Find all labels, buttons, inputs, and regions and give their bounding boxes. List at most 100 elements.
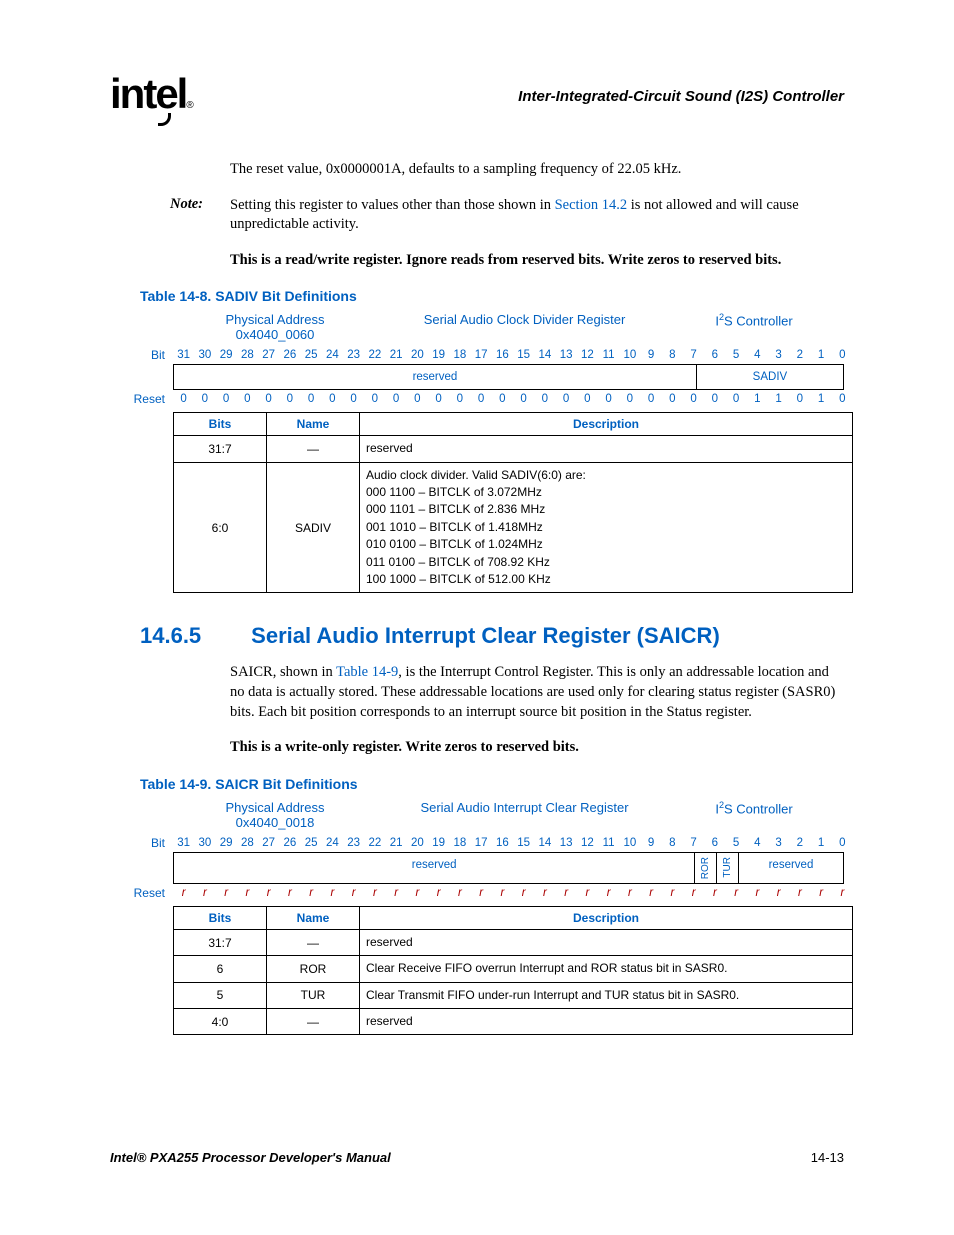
- physical-address: Physical Address0x4040_0060: [185, 312, 365, 342]
- bit-cell: r: [683, 887, 704, 899]
- bit-cell: 0: [704, 393, 725, 405]
- bit-cell: 0: [726, 393, 747, 405]
- cell-desc: Clear Transmit FIFO under-run Interrupt …: [360, 982, 853, 1008]
- bit-cell: 0: [364, 393, 385, 405]
- bit-cell: 4: [747, 837, 768, 849]
- bit-cell: 23: [343, 837, 364, 849]
- bit-cell: 22: [364, 349, 385, 361]
- bit-cell: 27: [258, 349, 279, 361]
- bit-cell: 4: [747, 349, 768, 361]
- bit-cell: 0: [789, 393, 810, 405]
- bit-label: Bit: [125, 348, 173, 362]
- bit-cell: 18: [449, 837, 470, 849]
- reset-label: Reset: [125, 392, 173, 406]
- bit-cell: 0: [683, 393, 704, 405]
- bit-cell: 9: [641, 349, 662, 361]
- bit-cell: 5: [726, 349, 747, 361]
- bit-cell: 7: [683, 837, 704, 849]
- bit-cell: 18: [449, 349, 470, 361]
- bit-cell: r: [216, 887, 237, 899]
- bit-cell: r: [301, 887, 322, 899]
- table-row: 31:7—reserved: [174, 929, 853, 955]
- bit-cell: 19: [428, 349, 449, 361]
- bit-cell: 0: [194, 393, 215, 405]
- footer-title: Intel® PXA255 Processor Developer's Manu…: [110, 1150, 391, 1165]
- bit-cell: r: [364, 887, 385, 899]
- bit-cell: 0: [641, 393, 662, 405]
- th-bits: Bits: [174, 906, 267, 929]
- table-row: 6RORClear Receive FIFO overrun Interrupt…: [174, 956, 853, 982]
- bit-cell: r: [322, 887, 343, 899]
- bit-cell: 12: [577, 837, 598, 849]
- th-desc: Description: [360, 413, 853, 436]
- bit-cell: 0: [556, 393, 577, 405]
- bit-cell: 0: [619, 393, 640, 405]
- bit-cell: 0: [386, 393, 407, 405]
- cell-name: —: [267, 1009, 360, 1035]
- bit-cell: r: [449, 887, 470, 899]
- table-row: 5TURClear Transmit FIFO under-run Interr…: [174, 982, 853, 1008]
- bit-cell: 2: [789, 837, 810, 849]
- bit-cell: 0: [832, 349, 853, 361]
- bit-cell: 7: [683, 349, 704, 361]
- cell-desc: reserved: [360, 1009, 853, 1035]
- bit-cell: r: [534, 887, 555, 899]
- bit-cell: 0: [449, 393, 470, 405]
- bit-cell: 5: [726, 837, 747, 849]
- bit-cell: 1: [747, 393, 768, 405]
- bit-cell: 14: [534, 349, 555, 361]
- bit-cell: 6: [704, 349, 725, 361]
- bit-cell: 0: [598, 393, 619, 405]
- bit-cell: 30: [194, 837, 215, 849]
- cell-bits: 31:7: [174, 436, 267, 462]
- bit-cell: 0: [322, 393, 343, 405]
- bit-cell: 16: [492, 349, 513, 361]
- section-title: Serial Audio Interrupt Clear Register (S…: [251, 623, 720, 649]
- register-table-sadiv: Physical Address0x4040_0060 Serial Audio…: [125, 312, 844, 593]
- bit-cell: r: [492, 887, 513, 899]
- field-sadiv: SADIV: [697, 365, 843, 389]
- cell-desc: Clear Receive FIFO overrun Interrupt and…: [360, 956, 853, 982]
- field-tur: TUR: [717, 853, 739, 883]
- bit-cell: 20: [407, 349, 428, 361]
- controller-name: I2S Controller: [684, 800, 824, 830]
- physical-address: Physical Address0x4040_0018: [185, 800, 365, 830]
- bit-cell: r: [407, 887, 428, 899]
- bit-cell: 11: [598, 837, 619, 849]
- bit-cell: 0: [407, 393, 428, 405]
- bit-cell: 0: [513, 393, 534, 405]
- table-link[interactable]: Table 14-9: [336, 664, 398, 680]
- bit-cell: r: [428, 887, 449, 899]
- bit-cell: 13: [556, 349, 577, 361]
- bit-cell: 10: [619, 349, 640, 361]
- bit-cell: 2: [789, 349, 810, 361]
- field-reserved: reserved: [739, 853, 843, 883]
- bit-cell: 1: [811, 393, 832, 405]
- bit-cell: r: [811, 887, 832, 899]
- bit-cell: 31: [173, 837, 194, 849]
- bit-cell: 0: [492, 393, 513, 405]
- bit-cell: 9: [641, 837, 662, 849]
- cell-name: ROR: [267, 956, 360, 982]
- bit-cell: r: [789, 887, 810, 899]
- note-block: Note: Setting this register to values ot…: [170, 196, 844, 235]
- paragraph: SAICR, shown in Table 14-9, is the Inter…: [230, 663, 844, 722]
- bit-cell: 3: [768, 349, 789, 361]
- bit-cell: 0: [173, 393, 194, 405]
- paragraph: The reset value, 0x0000001A, defaults to…: [230, 160, 844, 180]
- bit-cell: 0: [301, 393, 322, 405]
- section-number: 14.6.5: [140, 623, 201, 649]
- bit-cell: r: [386, 887, 407, 899]
- bit-cell: 26: [279, 837, 300, 849]
- bit-cell: 12: [577, 349, 598, 361]
- cell-bits: 31:7: [174, 929, 267, 955]
- bit-cell: 21: [386, 837, 407, 849]
- bit-cell: 0: [832, 393, 853, 405]
- bit-cell: 28: [237, 837, 258, 849]
- bit-cell: 31: [173, 349, 194, 361]
- cell-desc: reserved: [360, 436, 853, 462]
- bit-cell: r: [832, 887, 853, 899]
- bit-cell: 0: [577, 393, 598, 405]
- table-caption: Table 14-8. SADIV Bit Definitions: [140, 288, 844, 304]
- section-link[interactable]: Section 14.2: [555, 197, 628, 213]
